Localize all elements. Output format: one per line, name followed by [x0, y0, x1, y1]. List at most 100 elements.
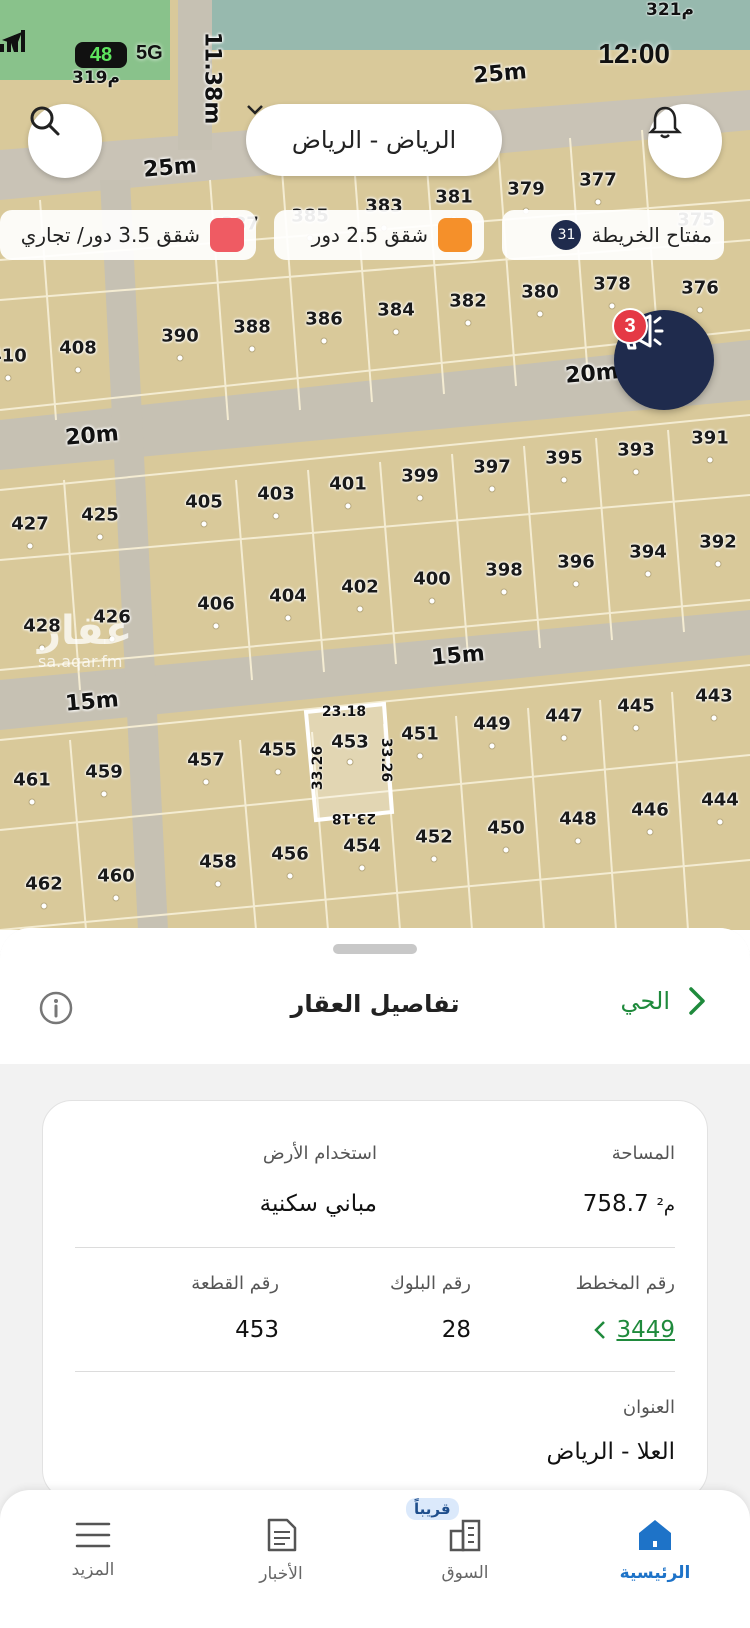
address-label: العنوان: [622, 1397, 675, 1418]
plot-number-label[interactable]: 425: [81, 505, 119, 526]
plot-number-label[interactable]: 410: [0, 346, 27, 367]
plot-number-label[interactable]: 378: [593, 274, 631, 295]
plot-number-label[interactable]: 458: [199, 852, 237, 873]
plot-number-label[interactable]: 456: [271, 844, 309, 865]
plot-number-label[interactable]: 403: [257, 484, 295, 505]
plot-number-label[interactable]: 454: [343, 836, 381, 857]
plot-number-label[interactable]: 405: [185, 492, 223, 513]
sheet-header: تفاصيل العقار الحي: [0, 928, 750, 1064]
plan-number-link[interactable]: 3449: [594, 1317, 675, 1343]
info-icon[interactable]: [38, 990, 74, 1026]
plot-number-label[interactable]: 384: [377, 300, 415, 321]
plot-number-label[interactable]: 391: [691, 428, 729, 449]
plot-number-label[interactable]: 380: [521, 282, 559, 303]
plot-number-label[interactable]: 386: [305, 309, 343, 330]
plot-number-label[interactable]: 400: [413, 569, 451, 590]
plot-number-label[interactable]: 390: [161, 326, 199, 347]
status-bar: 48 5G 12:00: [0, 30, 750, 80]
plot-number-label[interactable]: 461: [13, 770, 51, 791]
plot-number-label[interactable]: 447: [545, 706, 583, 727]
plot-number-label[interactable]: 393: [617, 440, 655, 461]
neighborhood-back-link[interactable]: الحي: [621, 986, 706, 1016]
plot-number-label[interactable]: 450: [487, 818, 525, 839]
plot-number-label[interactable]: 445: [617, 696, 655, 717]
street-width-label: 25m: [142, 153, 198, 183]
city-selector[interactable]: الرياض - الرياض: [246, 104, 502, 176]
map-view[interactable]: 25m25m20m20m15m15m 11.38m 319م321م 38538…: [0, 0, 750, 930]
plot-number-label[interactable]: 446: [631, 800, 669, 821]
plot-number-label[interactable]: 382: [449, 291, 487, 312]
chevron-left-icon: [594, 1321, 606, 1339]
plot-number-label[interactable]: 449: [473, 714, 511, 735]
plot-number-label[interactable]: 397: [473, 457, 511, 478]
plot-number-label[interactable]: 457: [187, 750, 225, 771]
plot-number-label[interactable]: 402: [341, 577, 379, 598]
plot-marker: [214, 880, 222, 888]
plot-marker: [96, 533, 104, 541]
plot-number-label[interactable]: 455: [259, 740, 297, 761]
legend-chip-apartments-2-5[interactable]: شقق 2.5 دور: [274, 210, 484, 260]
news-icon: [267, 1518, 297, 1552]
nav-news[interactable]: الأخبار: [206, 1490, 356, 1610]
notifications-button[interactable]: [648, 104, 722, 178]
plot-number-label[interactable]: 459: [85, 762, 123, 783]
plot-number-label[interactable]: 452: [415, 827, 453, 848]
plot-number-label[interactable]: 448: [559, 809, 597, 830]
selected-plot-dim-top: 23.18: [321, 704, 367, 720]
map-key-chip[interactable]: مفتاح الخريطة 31: [502, 210, 724, 260]
nav-home[interactable]: الرئيسية: [580, 1490, 730, 1610]
plot-number-label[interactable]: 395: [545, 448, 583, 469]
area-unit: م²: [656, 1195, 675, 1216]
plot-number-label[interactable]: 404: [269, 586, 307, 607]
chevron-down-icon: [247, 105, 263, 115]
plot-number-label[interactable]: 394: [629, 542, 667, 563]
announcements-badge: 3: [612, 308, 648, 344]
plot-number-label[interactable]: 462: [25, 874, 63, 895]
street-width-label: 20m: [564, 359, 620, 389]
selected-plot-dim-right: 33.26: [378, 737, 394, 783]
plot-marker: [392, 328, 400, 336]
plot-number-label[interactable]: 396: [557, 552, 595, 573]
battery-indicator: 48: [75, 42, 127, 68]
plot-marker: [632, 724, 640, 732]
plot-number-label[interactable]: 444: [701, 790, 739, 811]
plot-number-label[interactable]: 443: [695, 686, 733, 707]
search-button[interactable]: [28, 104, 102, 178]
plot-marker: [428, 597, 436, 605]
legend-label: شقق 3.5 دور/ تجاري: [20, 223, 200, 247]
plot-marker: [560, 734, 568, 742]
legend-label: شقق 2.5 دور: [311, 223, 428, 247]
nav-more[interactable]: المزيد: [18, 1490, 168, 1610]
selected-plot-number[interactable]: 453: [331, 732, 369, 753]
plot-marker: [464, 319, 472, 327]
street-width-label: 20m: [64, 421, 120, 451]
plot-number-label[interactable]: 376: [681, 278, 719, 299]
sheet-grabber[interactable]: [333, 944, 417, 954]
plot-marker: [26, 542, 34, 550]
plot-number-label[interactable]: 451: [401, 724, 439, 745]
plot-number-label[interactable]: 401: [329, 474, 367, 495]
map-key-count: 31: [551, 220, 582, 250]
plot-number-value: 453: [235, 1317, 279, 1343]
plot-number-label[interactable]: 377: [579, 170, 617, 191]
plot-number-label[interactable]: 460: [97, 866, 135, 887]
plan-number-label: رقم المخطط: [575, 1273, 675, 1294]
plot-marker: [706, 456, 714, 464]
nav-home-label: الرئيسية: [619, 1563, 691, 1583]
land-use-label: استخدام الأرض: [262, 1143, 377, 1164]
plot-marker: [320, 337, 328, 345]
plot-number-label[interactable]: 392: [699, 532, 737, 553]
plot-number-label[interactable]: 381: [435, 187, 473, 208]
plot-number-label[interactable]: 399: [401, 466, 439, 487]
plot-number-label[interactable]: 379: [507, 179, 545, 200]
legend-swatch: [210, 218, 244, 252]
plot-number-label[interactable]: 427: [11, 514, 49, 535]
plot-number-label[interactable]: 408: [59, 338, 97, 359]
legend-chip-apartments-3-5-commercial[interactable]: شقق 3.5 دور/ تجاري: [0, 210, 256, 260]
block-number-label: رقم البلوك: [389, 1273, 471, 1294]
selected-plot-dim-bottom: 23.18: [331, 810, 377, 826]
plot-number-label[interactable]: 406: [197, 594, 235, 615]
plot-number-label[interactable]: 398: [485, 560, 523, 581]
plot-number-label[interactable]: 388: [233, 317, 271, 338]
search-icon: [30, 106, 60, 136]
